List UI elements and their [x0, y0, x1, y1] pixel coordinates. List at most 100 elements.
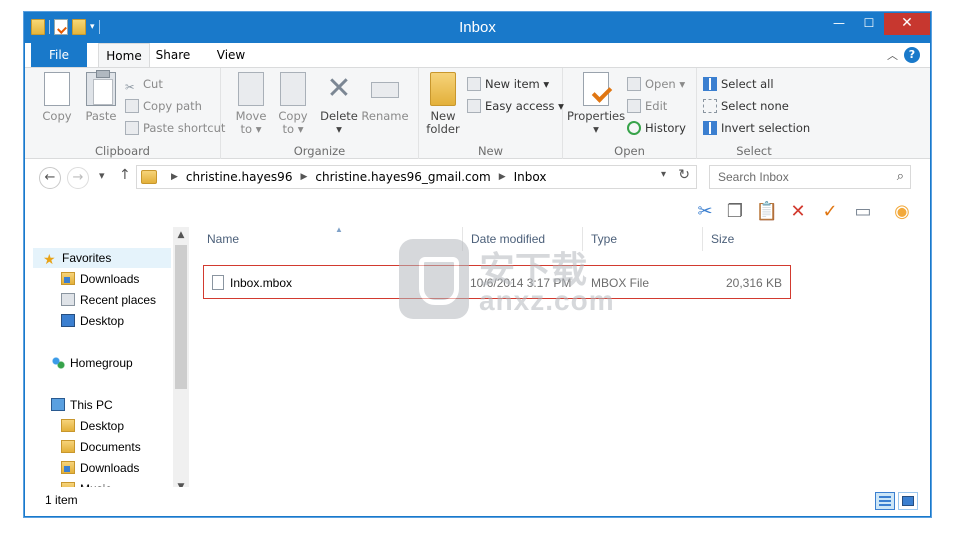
paste-icon[interactable]: 📋: [754, 199, 780, 225]
paste-shortcut-button[interactable]: Paste shortcut: [125, 118, 225, 138]
nav-documents[interactable]: Documents: [61, 437, 141, 457]
select-group: Select all Select none Invert selection …: [697, 68, 811, 160]
nav-recent-places[interactable]: Recent places: [61, 290, 156, 310]
custom-toolbar: ✂ ❐ 📋 ✕ ✓ ▭ ◉: [25, 197, 930, 227]
nav-label: Desktop: [80, 419, 125, 433]
new-group-label: New: [477, 144, 504, 158]
open-group-label: Open: [614, 144, 645, 158]
cut-icon[interactable]: ✂: [692, 199, 718, 225]
column-size[interactable]: Size: [703, 227, 783, 251]
minimize-button[interactable]: —: [824, 13, 854, 35]
maximize-button[interactable]: ☐: [854, 13, 884, 35]
scroll-thumb[interactable]: [175, 245, 187, 389]
copy-to-icon: [280, 72, 306, 106]
properties-button[interactable]: Properties ▾: [567, 72, 625, 136]
select-all-button[interactable]: Select all: [703, 74, 774, 94]
delete-icon: ✕: [326, 71, 352, 106]
ribbon-tabs: File Home Share View ︿ ?: [25, 43, 930, 67]
nav-homegroup[interactable]: Homegroup: [51, 353, 133, 373]
ribbon: Copy Paste ✂ Cut Copy path Paste shortcut…: [25, 67, 930, 160]
tab-share[interactable]: Share: [153, 43, 193, 67]
search-input[interactable]: [710, 166, 880, 188]
nav-desktop[interactable]: Desktop: [61, 311, 124, 331]
column-date-modified[interactable]: Date modified: [463, 227, 583, 251]
address-dropdown-icon[interactable]: ▾: [661, 169, 666, 180]
new-folder-button[interactable]: New folder: [423, 72, 463, 136]
cut-button[interactable]: ✂ Cut: [125, 74, 163, 94]
sort-ascending-icon: ▲: [335, 225, 343, 234]
nav-label: Recent places: [80, 293, 157, 307]
search-icon[interactable]: ⌕: [897, 169, 904, 184]
history-button[interactable]: History: [627, 118, 686, 138]
chevron-right-icon[interactable]: ▶: [171, 166, 178, 188]
scissors-icon: ✂: [125, 80, 135, 94]
copy-icon[interactable]: ❐: [722, 199, 748, 225]
large-icons-view-button[interactable]: [898, 492, 918, 510]
delete-icon[interactable]: ✕: [785, 199, 811, 225]
select-all-label: Select all: [721, 77, 774, 91]
address-bar[interactable]: ▶ christine.hayes96 ▶ christine.hayes96_…: [136, 165, 697, 189]
recent-locations-icon[interactable]: ▾: [99, 169, 105, 182]
tab-file[interactable]: File: [31, 43, 87, 67]
status-bar: 1 item: [25, 487, 930, 516]
nav-label: Downloads: [80, 272, 140, 286]
select-none-button[interactable]: Select none: [703, 96, 789, 116]
nav-scrollbar[interactable]: ▲ ▼: [173, 227, 189, 495]
scroll-up-icon[interactable]: ▲: [173, 227, 189, 243]
table-row[interactable]: Inbox.mbox 10/6/2014 3:17 PM MBOX File 2…: [203, 265, 791, 299]
nav-label: Desktop: [80, 314, 125, 328]
shell-icon[interactable]: ◉: [889, 199, 915, 225]
paste-label: Paste: [85, 109, 117, 123]
nav-pc-desktop[interactable]: Desktop: [61, 416, 124, 436]
edit-button[interactable]: Edit: [627, 96, 667, 116]
folder-icon: [61, 419, 75, 432]
delete-button[interactable]: ✕ Delete ▾: [317, 72, 361, 136]
nav-this-pc[interactable]: This PC: [51, 395, 113, 415]
chevron-right-icon[interactable]: ▶: [300, 166, 307, 188]
search-box[interactable]: ⌕: [709, 165, 911, 189]
tab-view[interactable]: View: [211, 43, 251, 67]
up-button[interactable]: ↑: [119, 167, 131, 183]
copy-button[interactable]: Copy: [35, 72, 79, 123]
crumb-inbox[interactable]: Inbox: [514, 166, 547, 188]
nav-pc-downloads[interactable]: Downloads: [61, 458, 139, 478]
forward-button[interactable]: →: [67, 167, 89, 189]
column-type[interactable]: Type: [583, 227, 703, 251]
new-item-button[interactable]: New item ▾: [467, 74, 549, 94]
copy-to-button[interactable]: Copy to ▾: [271, 72, 315, 136]
rename-button[interactable]: Rename: [361, 72, 409, 123]
properties-icon: [583, 72, 609, 106]
navigation-pane: ★ Favorites Downloads Recent places Deskt…: [25, 227, 189, 495]
tab-home[interactable]: Home: [98, 43, 150, 67]
refresh-icon[interactable]: ↻: [678, 167, 690, 183]
clipboard-group: Copy Paste ✂ Cut Copy path Paste shortcut…: [25, 68, 225, 160]
easy-access-button[interactable]: Easy access ▾: [467, 96, 564, 116]
nav-favorites[interactable]: ★ Favorites: [33, 248, 171, 268]
chevron-right-icon[interactable]: ▶: [499, 166, 506, 188]
easy-access-label: Easy access ▾: [485, 99, 564, 113]
details-view-button[interactable]: [875, 492, 895, 510]
copy-path-button[interactable]: Copy path: [125, 96, 202, 116]
paste-shortcut-icon: [125, 121, 139, 135]
invert-selection-button[interactable]: Invert selection: [703, 118, 810, 138]
paste-icon: [86, 70, 116, 106]
large-icons-view-icon: [902, 496, 914, 506]
close-button[interactable]: ✕: [884, 13, 930, 35]
copy-label: Copy: [42, 109, 72, 123]
properties-label-2: ▾: [593, 122, 599, 136]
checkmark-icon[interactable]: ✓: [817, 199, 843, 225]
column-name[interactable]: Name ▲: [199, 225, 463, 251]
help-icon[interactable]: ?: [904, 47, 920, 63]
new-item-label: New item ▾: [485, 77, 550, 91]
back-button[interactable]: ←: [39, 167, 61, 189]
address-row: ← → ▾ ↑ ▶ christine.hayes96 ▶ christine.…: [25, 159, 930, 197]
crumb-account[interactable]: christine.hayes96_gmail.com: [315, 166, 490, 188]
crumb-user[interactable]: christine.hayes96: [186, 166, 293, 188]
collapse-ribbon-icon[interactable]: ︿: [887, 47, 898, 63]
rename-icon[interactable]: ▭: [850, 199, 876, 225]
paste-button[interactable]: Paste: [79, 70, 123, 123]
open-button[interactable]: Open ▾: [627, 74, 685, 94]
organize-group: Move to ▾ Copy to ▾ ✕ Delete ▾ Rename Or…: [221, 68, 419, 160]
move-to-button[interactable]: Move to ▾: [229, 72, 273, 136]
nav-downloads[interactable]: Downloads: [61, 269, 139, 289]
